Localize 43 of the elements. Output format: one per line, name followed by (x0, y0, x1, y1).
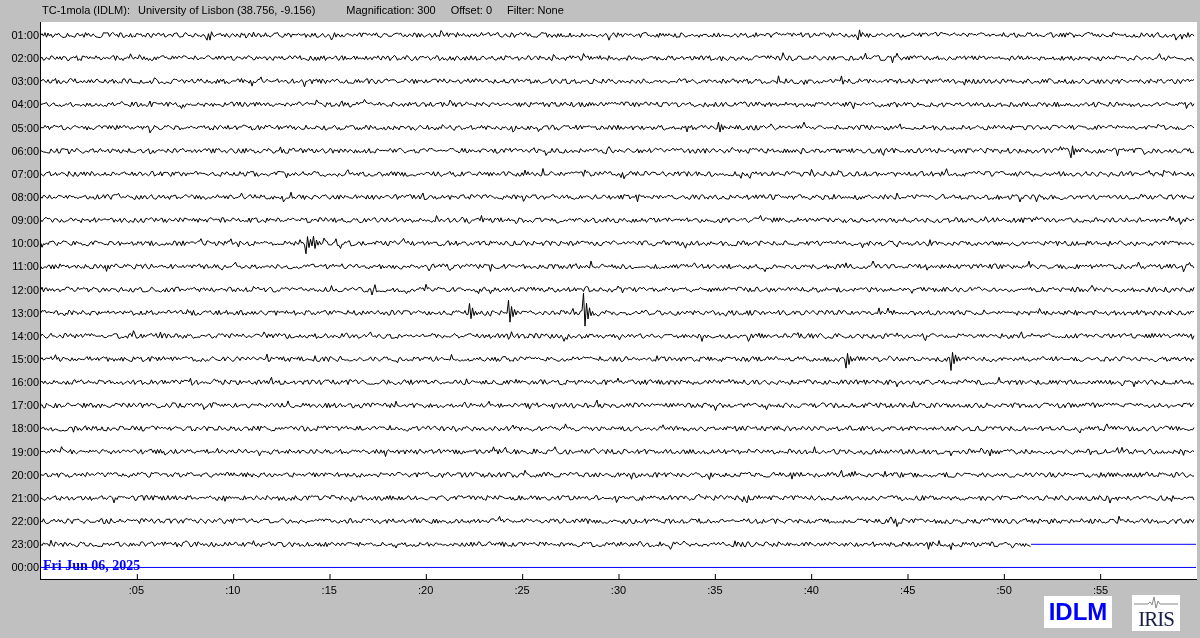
minute-tick-label: :25 (514, 583, 530, 598)
seismogram-icon (1134, 595, 1178, 609)
hour-label: 08:00 (10, 189, 40, 205)
station-logo: IDLM (1044, 596, 1112, 628)
hour-label: 12:00 (10, 282, 40, 298)
hour-label: 21:00 (10, 490, 40, 506)
hour-label: 09:00 (10, 213, 40, 229)
hour-label: 00:00 (10, 560, 40, 576)
hour-label: 11:00 (11, 259, 40, 275)
offset-value: Offset: 0 (450, 4, 492, 16)
hour-label: 04:00 (10, 97, 40, 113)
hour-label: 03:00 (10, 74, 40, 90)
hour-label: 01:00 (10, 28, 40, 43)
minute-tick-label: :45 (900, 583, 916, 598)
filter-value: Filter: None (507, 4, 564, 16)
hour-label: 19:00 (10, 444, 40, 460)
hour-label: 17:00 (10, 398, 40, 414)
minute-tick-label: :50 (996, 583, 1012, 598)
hour-label: 10:00 (10, 236, 40, 252)
minute-tick-label: :30 (610, 583, 627, 598)
minute-tick-label: :05 (128, 583, 145, 598)
minute-tick-label: :20 (418, 583, 434, 598)
hour-label: 14:00 (10, 328, 40, 344)
hour-label: 16:00 (10, 375, 40, 391)
hour-label: 13:00 (10, 305, 40, 321)
minute-tick-label: :40 (803, 583, 819, 598)
station-location: University of Lisbon (38.756, -9.156) (138, 4, 316, 16)
minute-tick-label: :35 (707, 583, 723, 598)
hour-label: 20:00 (10, 467, 40, 483)
magnification-value: Magnification: 300 (346, 4, 436, 16)
hour-label: 23:00 (10, 537, 40, 553)
minute-tick-label: :55 (1092, 583, 1109, 598)
network-name: IRIS (1138, 609, 1174, 629)
minute-tick-label: :10 (225, 583, 241, 598)
minute-tick-label: :15 (321, 583, 337, 598)
hour-label: 06:00 (10, 143, 40, 159)
hour-label: 07:00 (10, 166, 40, 182)
hour-label: 15:00 (10, 351, 40, 367)
hour-label: 22:00 (10, 513, 40, 529)
hour-label: 05:00 (10, 120, 40, 136)
hour-label: 02:00 (10, 51, 40, 67)
hour-label: 18:00 (10, 421, 40, 437)
station-name: TC-1mola (IDLM): (42, 4, 130, 16)
